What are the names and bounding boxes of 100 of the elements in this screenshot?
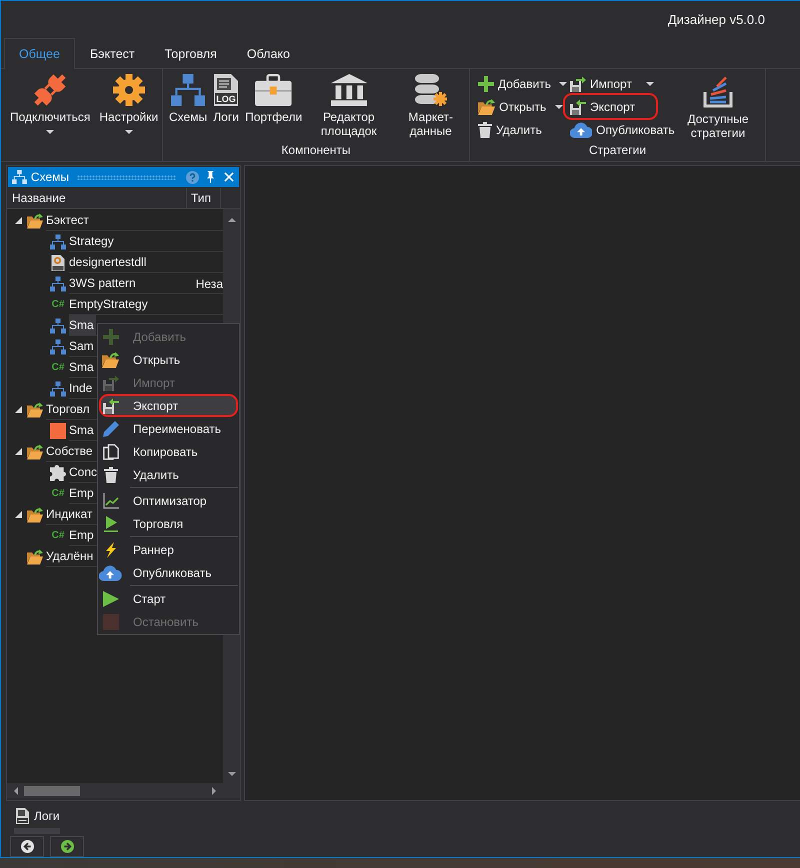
line-chart-icon <box>102 492 118 508</box>
ribbon-tab[interactable]: Торговля <box>150 38 232 69</box>
ribbon-tab[interactable]: Облако <box>232 38 305 69</box>
pin-icon[interactable] <box>206 171 215 183</box>
menu-item[interactable]: Опубликовать <box>99 561 238 584</box>
scroll-up-icon[interactable] <box>228 218 236 222</box>
expand-arrow-icon[interactable] <box>15 406 22 413</box>
gear-icon <box>112 74 145 106</box>
hierarchy-icon <box>50 338 66 354</box>
type-cell: Неза <box>196 276 223 290</box>
expand-arrow-icon[interactable] <box>15 217 22 224</box>
square-icon <box>50 422 66 438</box>
log-file-icon <box>16 808 29 824</box>
tree-item[interactable]: Sma <box>69 357 94 378</box>
scroll-down-icon[interactable] <box>228 772 236 776</box>
tree-item[interactable]: Собстве <box>46 441 92 462</box>
menu-item[interactable]: Торговля <box>99 512 238 535</box>
tree-item[interactable]: Удалённ <box>46 546 94 567</box>
tree-item[interactable]: Sam <box>69 336 94 357</box>
scroll-left-icon[interactable] <box>14 786 18 794</box>
expand-arrow-icon[interactable] <box>15 448 22 455</box>
ribbon-tab[interactable]: Бэктест <box>74 38 150 69</box>
ribbon-button[interactable]: LOG Логи <box>210 69 242 126</box>
menu-item[interactable]: Оптимизатор <box>99 489 238 512</box>
arrow-right-icon <box>60 840 74 853</box>
folder-arrow-icon <box>27 212 43 228</box>
plus-icon <box>478 76 494 92</box>
hierarchy-icon <box>50 276 66 292</box>
hierarchy-icon <box>50 380 66 396</box>
tray-stripes-icon <box>702 76 734 108</box>
ribbon-button[interactable]: Настройки <box>96 69 162 136</box>
hierarchy-icon <box>50 318 66 334</box>
folder-arrow-icon <box>27 402 43 418</box>
ribbon-button[interactable]: Опубликовать <box>567 118 678 141</box>
play-icon <box>102 590 118 606</box>
scrollbar-thumb[interactable] <box>24 786 80 796</box>
group-label: Компоненты <box>281 143 351 157</box>
scroll-right-icon[interactable] <box>212 786 216 794</box>
panel-title: Схемы <box>30 170 70 184</box>
ribbon-button[interactable]: Схемы <box>166 69 210 126</box>
tree-item[interactable]: Sma <box>69 315 96 336</box>
tree-item[interactable]: Emp <box>69 525 94 546</box>
folder-arrow-icon <box>478 98 496 114</box>
column-header[interactable]: Тип <box>191 191 212 205</box>
log-label: LOG <box>216 94 236 104</box>
tree-item[interactable]: designertestdll <box>69 252 146 273</box>
stop-square-icon <box>102 614 118 630</box>
csharp-label: C# <box>50 530 66 542</box>
help-icon[interactable] <box>186 170 199 184</box>
tree-item[interactable]: Sma <box>69 420 94 441</box>
puzzle-icon <box>50 464 66 480</box>
tree-item[interactable]: EmptyStrategy <box>69 294 148 315</box>
ribbon-button[interactable]: Экспорт <box>563 93 658 120</box>
disk-arrow-left-icon <box>102 398 118 414</box>
horizontal-scrollbar[interactable] <box>7 783 240 798</box>
tree-item[interactable]: Торговл <box>46 399 90 420</box>
dll-file-icon <box>50 254 66 270</box>
group-label: Стратегии <box>588 143 646 157</box>
menu-item[interactable]: Копировать <box>99 440 238 463</box>
csharp-label: C# <box>50 298 66 310</box>
folder-arrow-icon <box>102 352 120 368</box>
menu-item[interactable]: Открыть <box>99 348 238 371</box>
ribbon-tab[interactable]: Общее <box>4 38 75 69</box>
ribbon-button[interactable]: Редактор площадок <box>305 69 392 140</box>
tree-item[interactable]: 3WS pattern <box>69 273 136 294</box>
play-live-icon <box>104 516 118 532</box>
menu-item[interactable]: Переименовать <box>99 417 238 440</box>
csharp-label: C# <box>50 362 66 374</box>
copy-icon <box>102 444 118 460</box>
database-gear-icon <box>414 74 447 106</box>
tree-item[interactable]: Strategy <box>69 231 114 252</box>
disk-arrow-right-icon <box>570 76 586 92</box>
grip-icon[interactable] <box>77 174 176 180</box>
tree-item[interactable]: Inde <box>69 378 92 399</box>
expand-arrow-icon[interactable] <box>15 511 22 518</box>
folder-arrow-icon <box>27 444 43 460</box>
menu-item[interactable]: Старт <box>99 587 238 610</box>
ribbon-button[interactable]: Маркет-данные <box>392 69 469 140</box>
csharp-label: C# <box>50 488 66 500</box>
menu-item[interactable]: Экспорт <box>99 394 238 417</box>
tree-item[interactable]: Emp <box>69 483 94 504</box>
hierarchy-icon <box>12 170 27 184</box>
column-header[interactable]: Название <box>12 191 66 205</box>
close-icon[interactable] <box>224 172 234 182</box>
folder-arrow-icon <box>27 548 43 564</box>
trash-icon <box>478 122 492 138</box>
back-button[interactable] <box>10 836 44 857</box>
plug-icon <box>34 74 66 106</box>
tree-item[interactable]: Conc <box>69 462 98 483</box>
tree-item[interactable]: Индикат <box>46 504 92 525</box>
ribbon-button[interactable]: Портфели <box>242 69 306 126</box>
menu-item[interactable]: Удалить <box>99 463 238 486</box>
menu-item[interactable]: Раннер <box>99 538 238 561</box>
hierarchy-icon <box>50 234 66 250</box>
window-title: Дизайнер v5.0.0 <box>668 12 765 27</box>
tree-item[interactable]: Бэктест <box>46 210 89 231</box>
forward-button[interactable] <box>50 836 84 857</box>
ribbon-button[interactable]: Удалить <box>475 118 547 141</box>
logs-tab[interactable]: Логи <box>14 807 60 825</box>
ribbon-button[interactable]: Подключиться <box>7 69 94 136</box>
